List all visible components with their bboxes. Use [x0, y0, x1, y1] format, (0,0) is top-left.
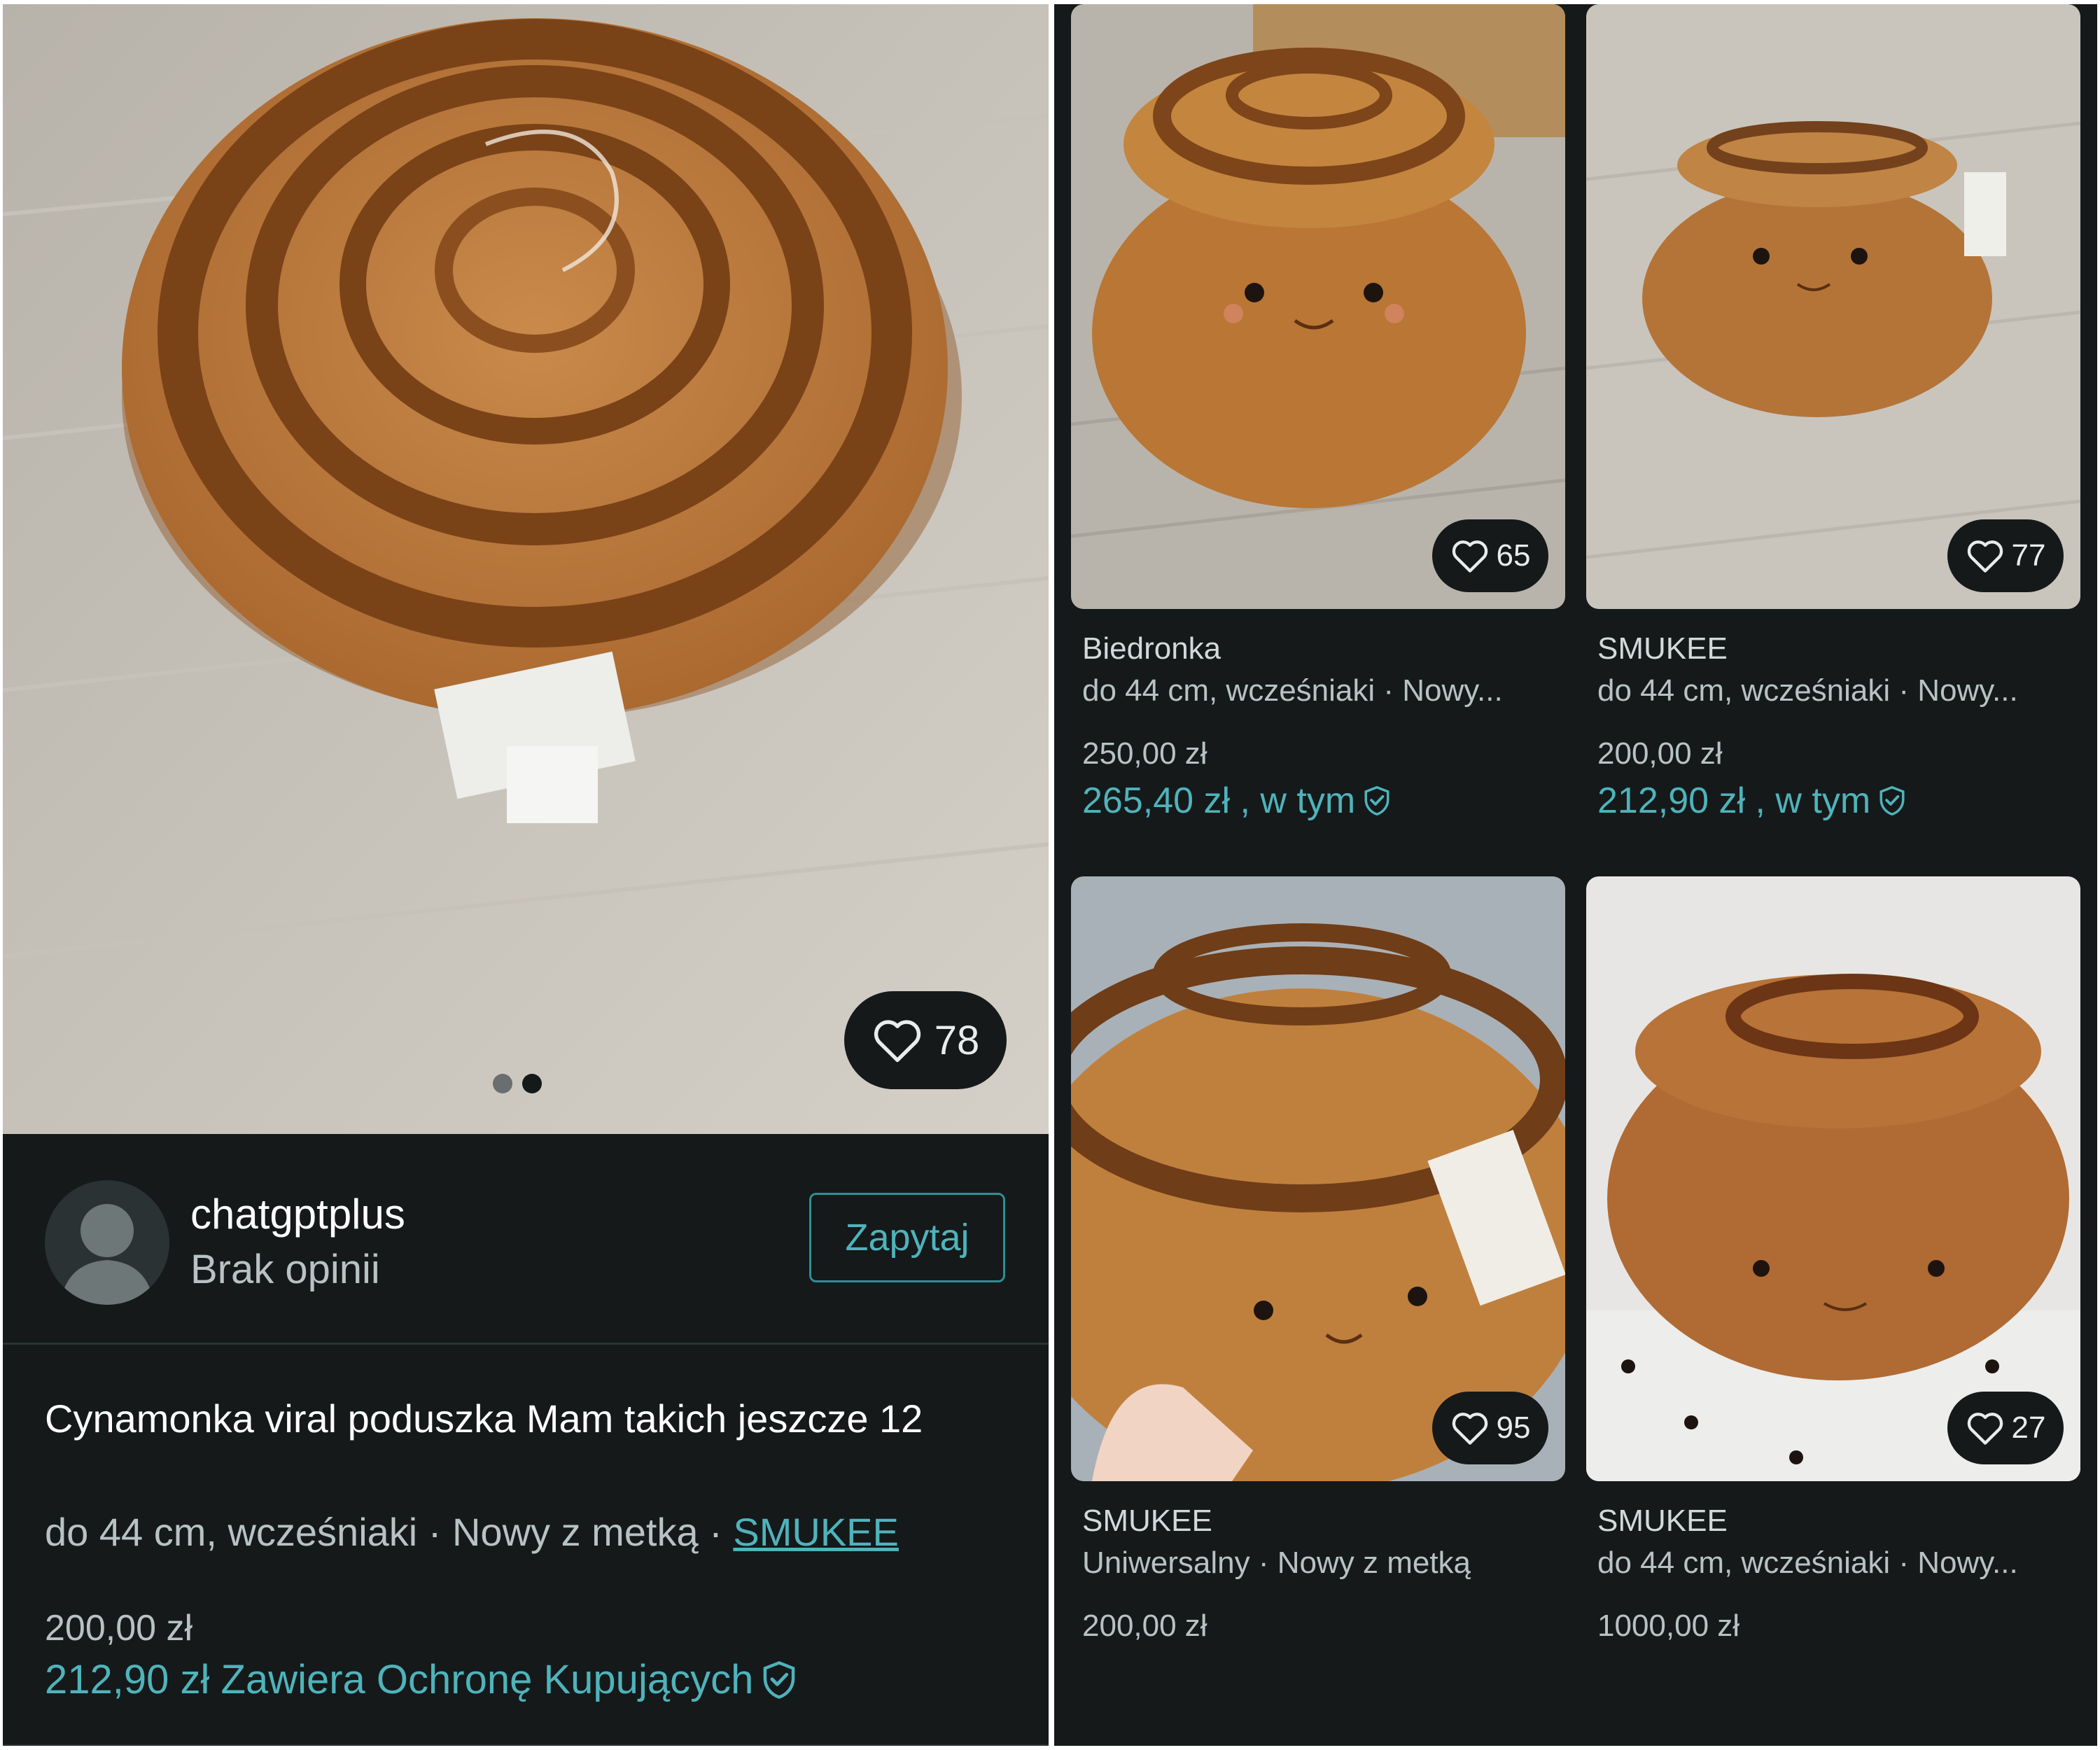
ask-seller-button[interactable]: Zapytaj — [809, 1193, 1005, 1282]
item-card-attributes: do 44 cm, wcześniaki · Nowy... — [1082, 673, 1503, 708]
item-card-total-price[interactable]: 212,90 zł , w tym — [1597, 780, 1907, 822]
item-price: 200,00 zł — [45, 1608, 193, 1648]
heart-icon — [874, 1020, 920, 1063]
seller-name[interactable]: chatgptplus — [190, 1190, 405, 1238]
item-card-attributes: do 44 cm, wcześniaki · Nowy... — [1597, 673, 2018, 708]
favourite-button[interactable]: 95 — [1432, 1392, 1548, 1464]
item-attributes: do 44 cm, wcześniaki · Nowy z metką · SM… — [45, 1509, 899, 1555]
item-card-price: 200,00 zł — [1082, 1609, 1208, 1643]
heart-icon — [1452, 1413, 1488, 1445]
favourite-button[interactable]: 78 — [844, 991, 1007, 1089]
user-silhouette-icon — [60, 1204, 154, 1305]
pagination-dot[interactable] — [493, 1074, 512, 1093]
favourite-count: 78 — [934, 1017, 980, 1063]
item-card-price: 200,00 zł — [1597, 736, 1723, 771]
item-main-photo[interactable] — [3, 4, 1049, 1134]
item-card-photo[interactable] — [1071, 876, 1565, 1481]
favourite-count: 65 — [1496, 538, 1531, 573]
item-card-total-price[interactable]: 265,40 zł , w tym — [1082, 780, 1392, 822]
item-card-brand: SMUKEE — [1082, 1504, 1212, 1538]
item-card-price: 1000,00 zł — [1597, 1609, 1740, 1643]
cinnamon-roll-cushion-image — [1071, 876, 1565, 1481]
cinnamon-roll-cushion-image — [1586, 876, 2080, 1481]
item-card-photo[interactable] — [1586, 876, 2080, 1481]
divider — [3, 1744, 1049, 1746]
item-total-price[interactable]: 212,90 zł Zawiera Ochronę Kupujących — [45, 1656, 798, 1703]
item-card-brand: SMUKEE — [1597, 631, 1728, 666]
similar-items-grid: 65 Biedronka do 44 cm, wcześniaki · Nowy… — [1054, 4, 2097, 1746]
item-card-brand: Biedronka — [1082, 631, 1222, 666]
avatar[interactable] — [45, 1180, 169, 1305]
item-card-attributes: Uniwersalny · Nowy z metką — [1082, 1546, 1471, 1580]
item-card-photo[interactable] — [1586, 4, 2080, 609]
heart-icon — [1967, 1413, 2003, 1445]
item-card-attributes: do 44 cm, wcześniaki · Nowy... — [1597, 1546, 2018, 1580]
divider — [3, 1343, 1049, 1345]
favourite-button[interactable]: 27 — [1947, 1392, 2064, 1464]
cinnamon-roll-cushion-image — [3, 4, 1049, 1134]
item-title: Cynamonka viral poduszka Mam takich jesz… — [45, 1396, 923, 1441]
favourite-button[interactable]: 77 — [1947, 519, 2064, 592]
item-detail-panel: 78 chatgptplus Brak opinii Zapytaj Cynam… — [3, 4, 1049, 1746]
heart-icon — [1452, 540, 1488, 573]
item-card-photo[interactable] — [1071, 4, 1565, 609]
shield-check-icon — [1364, 785, 1390, 816]
favourite-button[interactable]: 65 — [1432, 519, 1548, 592]
cinnamon-roll-cushion-image — [1071, 4, 1565, 609]
pagination-dot-active[interactable] — [522, 1074, 542, 1093]
heart-icon — [1967, 540, 2003, 573]
brand-link[interactable]: SMUKEE — [733, 1510, 899, 1554]
favourite-count: 95 — [1496, 1410, 1531, 1445]
item-size-condition: do 44 cm, wcześniaki · Nowy z metką · — [45, 1510, 734, 1554]
shield-check-icon — [1879, 785, 1905, 816]
item-card-price: 250,00 zł — [1082, 736, 1208, 771]
total-price-text: 212,90 zł Zawiera Ochronę Kupujących — [45, 1657, 754, 1702]
favourite-count: 77 — [2011, 538, 2046, 573]
shield-check-icon — [764, 1660, 795, 1699]
cinnamon-roll-cushion-image — [1586, 4, 2080, 609]
item-card-brand: SMUKEE — [1597, 1504, 1728, 1538]
total-price-text: 265,40 zł , w tym — [1082, 780, 1356, 821]
photo-pagination — [493, 1074, 542, 1093]
total-price-text: 212,90 zł , w tym — [1597, 780, 1871, 821]
favourite-count: 27 — [2011, 1410, 2046, 1445]
seller-rating: Brak opinii — [190, 1247, 380, 1292]
